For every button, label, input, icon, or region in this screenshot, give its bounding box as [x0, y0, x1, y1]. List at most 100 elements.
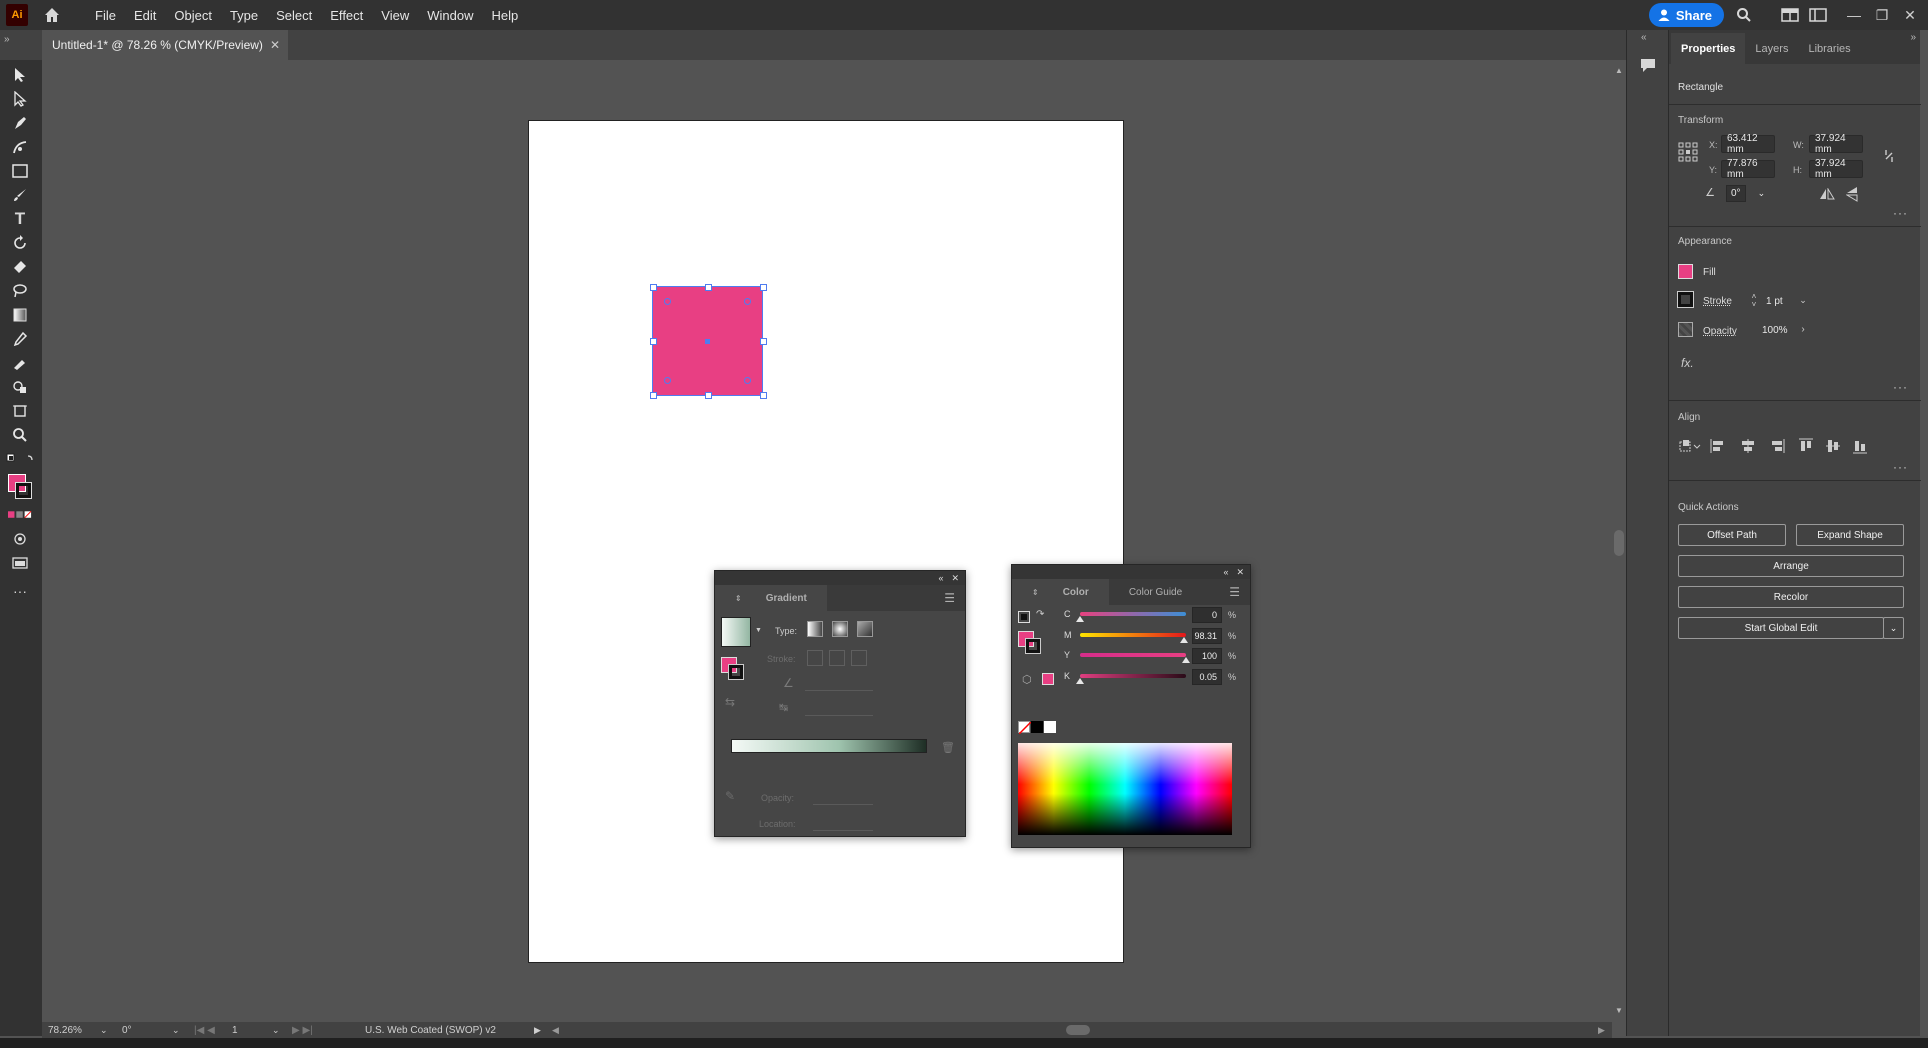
channel-value-m[interactable]: 98.31	[1192, 627, 1222, 644]
rotate-tool-icon[interactable]	[8, 232, 32, 254]
menu-effect[interactable]: Effect	[321, 8, 372, 23]
transform-more-icon[interactable]: ···	[1893, 206, 1908, 220]
x-field[interactable]: 63.412 mm	[1721, 133, 1775, 155]
stroke-weight-stepper-icon[interactable]: ˄ ˅	[1749, 292, 1759, 310]
close-icon[interactable]: ✕	[1896, 0, 1924, 30]
offset-path-button[interactable]: Offset Path	[1678, 524, 1786, 546]
drawing-mode-icon[interactable]	[8, 528, 32, 550]
default-fill-stroke-icon[interactable]	[1018, 611, 1030, 623]
more-tools-icon[interactable]: ···	[8, 580, 32, 602]
rotate-angle-field[interactable]: 0° ⌄	[1721, 184, 1775, 202]
menu-view[interactable]: View	[372, 8, 418, 23]
channel-slider-k[interactable]	[1080, 673, 1186, 678]
none-swatch[interactable]	[1018, 721, 1032, 735]
screen-mode-icon[interactable]	[8, 552, 32, 574]
collapse-panels-icon[interactable]: «	[1641, 32, 1647, 43]
scroll-right-icon[interactable]: ▶	[1598, 1025, 1605, 1036]
color-spectrum[interactable]	[1018, 743, 1232, 835]
flip-vertical-icon[interactable]	[1845, 186, 1859, 202]
recolor-button[interactable]: Recolor	[1678, 586, 1904, 608]
in-gamut-swatch[interactable]	[1042, 673, 1054, 685]
menu-edit[interactable]: Edit	[125, 8, 165, 23]
handle-right[interactable]	[760, 338, 767, 345]
menu-file[interactable]: File	[86, 8, 125, 23]
share-button[interactable]: Share	[1648, 3, 1724, 27]
horizontal-scroll-thumb[interactable]	[1066, 1025, 1090, 1035]
menu-select[interactable]: Select	[267, 8, 321, 23]
search-icon[interactable]	[1730, 0, 1758, 30]
tab-color[interactable]: ⇕ Color	[1012, 579, 1109, 605]
align-left-icon[interactable]	[1709, 438, 1727, 454]
swap-fill-stroke-icon[interactable]	[4, 448, 38, 470]
handle-top-right[interactable]	[760, 284, 767, 291]
eyedropper-tool-icon[interactable]	[8, 328, 32, 350]
tab-layers[interactable]: Layers	[1745, 43, 1798, 64]
channel-slider-y[interactable]	[1080, 653, 1186, 657]
close-tab-icon[interactable]: ✕	[270, 38, 280, 52]
gradient-preview-swatch[interactable]	[721, 617, 751, 647]
color-mode-icons[interactable]	[8, 504, 32, 526]
document-tab[interactable]: Untitled-1* @ 78.26 % (CMYK/Preview) ✕	[42, 30, 288, 60]
artboard-nav-first-icon[interactable]: |◀ ◀	[194, 1025, 215, 1036]
zoom-dropdown-icon[interactable]: ⌄	[100, 1025, 108, 1036]
handle-left[interactable]	[650, 338, 657, 345]
close-panel-icon[interactable]: ✕	[1236, 567, 1244, 578]
channel-thumb-y[interactable]	[1182, 657, 1190, 663]
width-field[interactable]: 37.924 mm	[1809, 133, 1863, 155]
linear-gradient-icon[interactable]	[807, 621, 823, 637]
corner-widget[interactable]	[744, 298, 751, 305]
channel-value-k[interactable]: 0.05	[1192, 668, 1222, 685]
stroke-weight-dropdown-icon[interactable]: ⌄	[1797, 293, 1809, 307]
collapse-panel-icon[interactable]: «	[1223, 567, 1228, 577]
align-bottom-icon[interactable]	[1851, 438, 1869, 454]
color-stroke-swatch[interactable]	[1025, 638, 1041, 654]
reference-point-icon[interactable]	[1678, 142, 1698, 162]
type-tool-icon[interactable]: T	[8, 208, 32, 230]
flip-horizontal-icon[interactable]	[1819, 187, 1835, 201]
channel-slider-m[interactable]	[1080, 632, 1186, 637]
white-swatch[interactable]	[1044, 721, 1056, 733]
artboard-tool-icon[interactable]	[8, 400, 32, 422]
direct-selection-tool-icon[interactable]	[8, 88, 32, 110]
menu-object[interactable]: Object	[165, 8, 221, 23]
tab-properties[interactable]: Properties	[1671, 33, 1746, 64]
corner-widget[interactable]	[664, 298, 671, 305]
opacity-arrow-icon[interactable]: ›	[1797, 322, 1809, 336]
fx-icon[interactable]: fx.	[1681, 356, 1694, 370]
swap-colors-icon[interactable]: ↷	[1036, 609, 1044, 620]
rotation-value[interactable]: 0°	[122, 1025, 132, 1036]
opacity-field[interactable]: 100%	[1757, 321, 1799, 339]
align-top-icon[interactable]	[1797, 438, 1815, 454]
gradient-slider[interactable]	[731, 739, 927, 753]
align-more-icon[interactable]: ···	[1893, 460, 1908, 474]
zoom-tool-icon[interactable]	[8, 424, 32, 446]
tab-color-guide[interactable]: Color Guide	[1109, 587, 1202, 598]
menu-window[interactable]: Window	[418, 8, 482, 23]
stroke-label[interactable]: Stroke	[1703, 296, 1732, 307]
tab-libraries[interactable]: Libraries	[1798, 43, 1860, 64]
expand-shape-button[interactable]: Expand Shape	[1796, 524, 1904, 546]
blend-tool-icon[interactable]	[8, 352, 32, 374]
channel-slider-c[interactable]	[1080, 612, 1186, 616]
gradient-tab[interactable]: ⇕ Gradient	[715, 585, 827, 611]
handle-top[interactable]	[705, 284, 712, 291]
rotation-dropdown-icon[interactable]: ⌄	[172, 1025, 180, 1036]
out-of-gamut-icon[interactable]: ⬡	[1022, 673, 1032, 686]
artboard-number[interactable]: 1	[232, 1025, 238, 1036]
freeform-gradient-icon[interactable]	[857, 621, 873, 637]
handle-bottom-right[interactable]	[760, 392, 767, 399]
channel-value-y[interactable]: 100	[1192, 648, 1222, 664]
selection-tool-icon[interactable]	[8, 64, 32, 86]
vertical-scroll-thumb[interactable]	[1614, 530, 1624, 556]
align-to-icon[interactable]	[1678, 438, 1702, 454]
align-right-icon[interactable]	[1768, 438, 1786, 454]
stroke-swatch[interactable]	[15, 482, 32, 499]
arrange-documents-icon[interactable]	[1804, 0, 1832, 30]
close-panel-icon[interactable]: ✕	[951, 573, 959, 584]
stroke-weight-field[interactable]: 1 pt	[1761, 292, 1797, 310]
start-global-edit-button[interactable]: Start Global Edit	[1678, 617, 1884, 639]
handle-top-left[interactable]	[650, 284, 657, 291]
menu-help[interactable]: Help	[482, 8, 527, 23]
lasso-tool-icon[interactable]	[8, 280, 32, 302]
zoom-level[interactable]: 78.26%	[48, 1025, 82, 1036]
